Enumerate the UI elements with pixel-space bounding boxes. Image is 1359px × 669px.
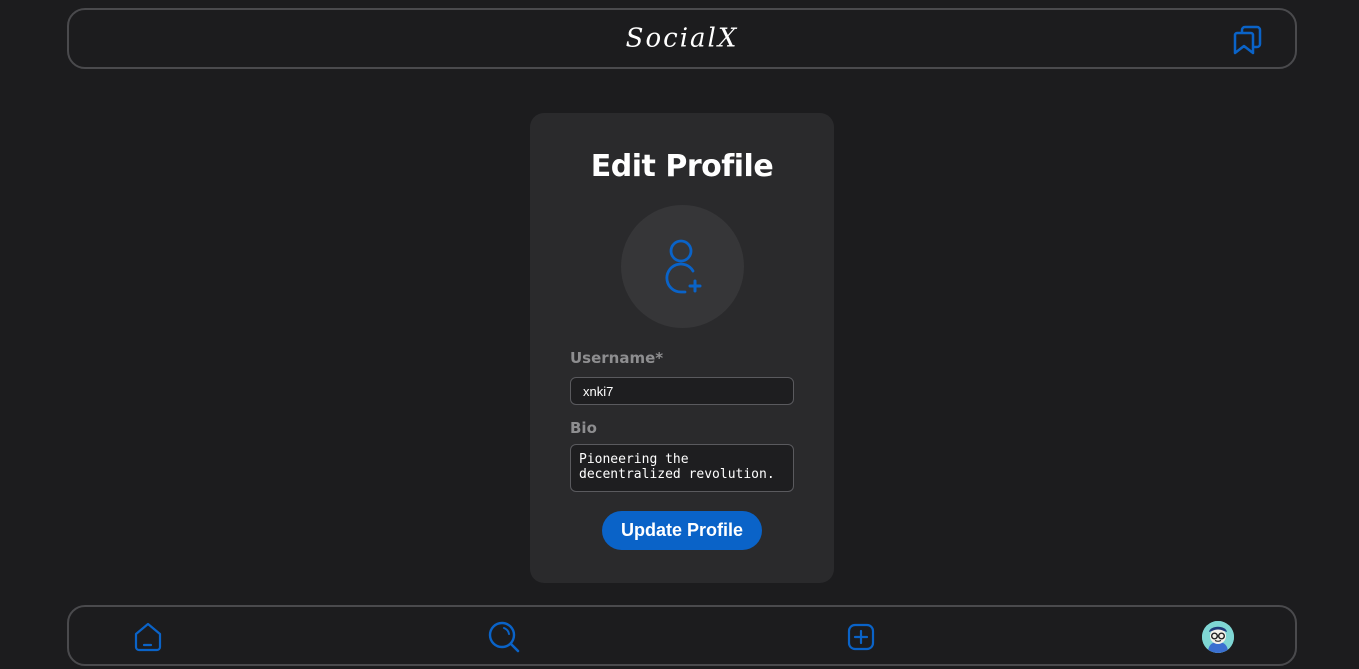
top-navbar: SocialX xyxy=(67,8,1297,69)
update-profile-button[interactable]: Update Profile xyxy=(602,511,762,550)
nav-search-button[interactable] xyxy=(487,620,521,654)
nav-create-post-button[interactable] xyxy=(844,620,878,654)
nav-profile-button[interactable] xyxy=(1201,620,1235,654)
avatar-upload-button[interactable] xyxy=(621,205,744,328)
bio-label: Bio xyxy=(570,419,597,437)
brand-logo[interactable]: SocialX xyxy=(626,23,739,53)
bottom-navbar xyxy=(67,605,1297,666)
avatar xyxy=(1202,621,1234,653)
page-title: Edit Profile xyxy=(590,149,774,184)
username-input[interactable] xyxy=(570,377,794,405)
saved-posts-button[interactable] xyxy=(1231,23,1265,57)
username-label: Username* xyxy=(570,349,664,367)
bookmark-stack-icon xyxy=(1233,25,1262,55)
add-user-icon xyxy=(664,239,701,293)
search-icon xyxy=(488,621,520,653)
profile-avatar-icon xyxy=(1202,621,1234,653)
bio-textarea[interactable]: Pioneering the decentralized revolution. xyxy=(570,444,794,492)
plus-square-icon xyxy=(847,623,875,651)
nav-home-button[interactable] xyxy=(131,620,165,654)
home-icon xyxy=(134,622,162,652)
edit-profile-card: Edit Profile Username* Bio Pioneering th… xyxy=(530,113,834,583)
